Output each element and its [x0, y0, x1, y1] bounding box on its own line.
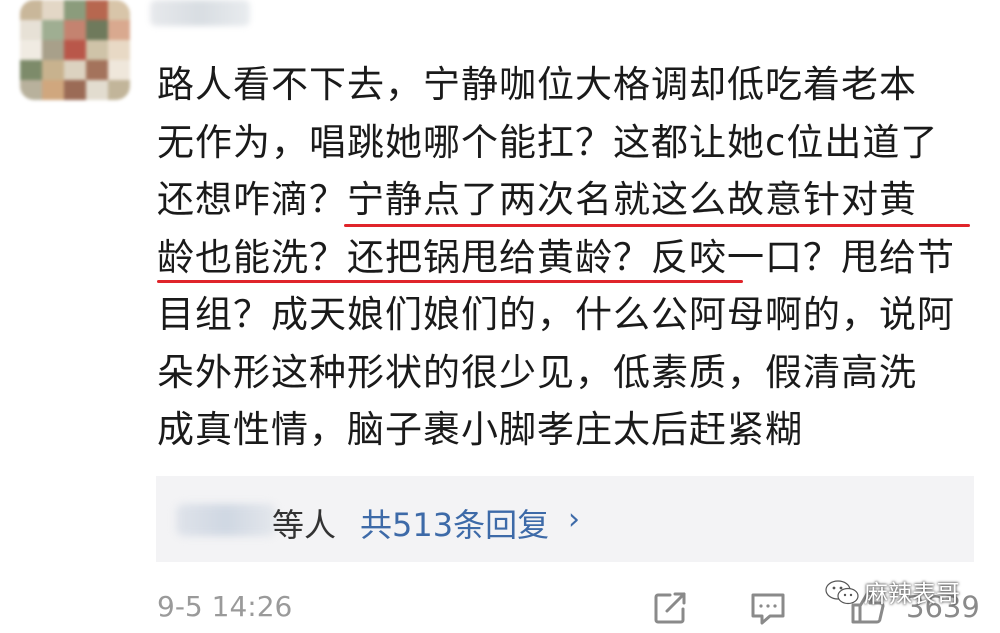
- share-icon[interactable]: [650, 588, 690, 628]
- comment-timestamp: 9-5 14:26: [157, 590, 293, 623]
- comment-line: 目组？成天娘们娘们的，什么公阿母啊的，说阿: [157, 293, 955, 336]
- avatar[interactable]: [20, 0, 130, 100]
- comment-line: 路人看不下去，宁静咖位大格调却低吃着老本: [157, 63, 917, 106]
- view-replies-link[interactable]: 共513条回复: [360, 500, 549, 546]
- reply-others-label: 等人: [272, 506, 337, 544]
- watermark: 麻辣表哥: [824, 574, 960, 609]
- comment-line: 无作为，唱跳她哪个能扛？这都让她c位出道了: [157, 120, 939, 164]
- watermark-text: 麻辣表哥: [864, 580, 960, 608]
- replies-box[interactable]: 等人 共513条回复 ›: [156, 476, 974, 562]
- comment-line: 朵外形这种形状的很少见，低素质，假清高洗: [157, 350, 917, 394]
- highlight-underline: [344, 224, 970, 227]
- wechat-icon: [825, 579, 859, 604]
- comment-line: 还想咋滴？宁静点了两次名就这么故意针对黄: [157, 178, 917, 221]
- comment-body: 路人看不下去，宁静咖位大格调却低吃着老本 无作为，唱跳她哪个能扛？这都让她c位出…: [157, 56, 987, 459]
- comment-icon[interactable]: [748, 588, 788, 628]
- username-blurred[interactable]: [150, 0, 250, 26]
- comment-line: 成真性情，脑子裹小脚孝庄太后赶紧糊: [157, 408, 803, 451]
- reply-users-blurred: [176, 504, 276, 536]
- comment-line: 龄也能洗？还把锅甩给黄龄？反咬一口？甩给节: [157, 235, 955, 279]
- highlight-underline: [157, 280, 743, 283]
- chevron-right-icon[interactable]: ›: [568, 502, 580, 537]
